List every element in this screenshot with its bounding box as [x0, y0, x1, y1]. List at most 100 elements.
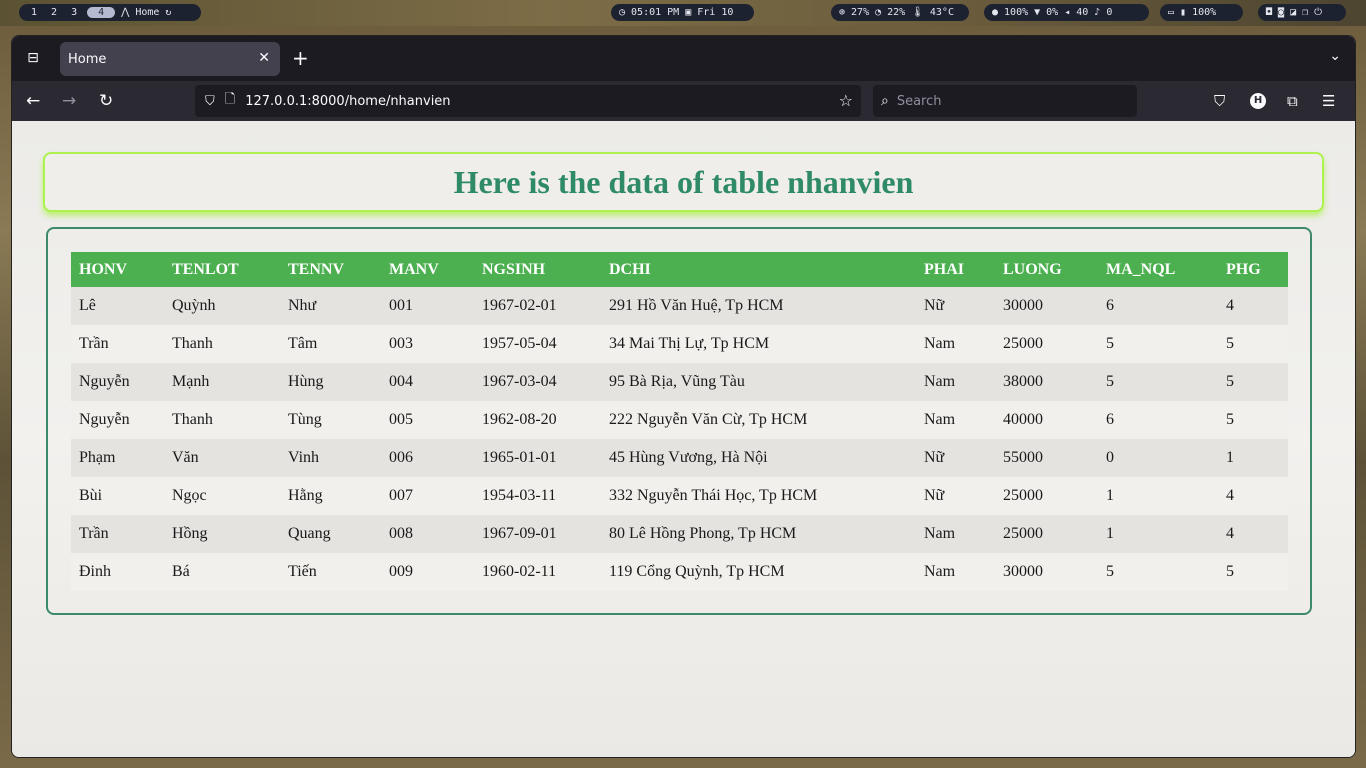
table-cell: Trần — [71, 515, 164, 553]
table-header-row: HONV TENLOT TENNV MANV NGSINH DCHI PHAI … — [71, 252, 1288, 287]
table-cell: Tiến — [280, 553, 381, 591]
table-cell: 0 — [1098, 439, 1218, 477]
table-cell: 5 — [1218, 363, 1288, 401]
clock-widget[interactable]: ◷ 05:01 PM ▣ Fri 10 — [611, 4, 754, 21]
table-cell: 30000 — [995, 287, 1098, 325]
table-cell: Bùi — [71, 477, 164, 515]
workspace-1[interactable]: 1 — [27, 7, 41, 18]
table-cell: 1962-08-20 — [474, 401, 601, 439]
table-cell: Nam — [916, 515, 995, 553]
page-content: Here is the data of table nhanvien HONV … — [12, 121, 1355, 757]
table-cell: Trần — [71, 325, 164, 363]
table-cell: 1957-05-04 — [474, 325, 601, 363]
table-cell: 80 Lê Hồng Phong, Tp HCM — [601, 515, 916, 553]
memory-icon: ◔ — [875, 7, 882, 18]
tab-bar: ⊟ Home ✕ + ⌄ — [12, 36, 1355, 81]
table-cell: Nam — [916, 325, 995, 363]
table-cell: 5 — [1098, 553, 1218, 591]
account-avatar[interactable]: H — [1250, 93, 1266, 109]
active-window-title: Home — [135, 7, 160, 18]
battery-value: 100% — [1192, 7, 1217, 18]
table-row: Lê Quỳnh Như 001 1967-02-01 291 Hồ Văn H… — [71, 287, 1288, 325]
shield-icon[interactable]: ⛉ — [205, 94, 215, 109]
table-cell: 119 Cổng Quỳnh, Tp HCM — [601, 553, 916, 591]
tab-home[interactable]: Home ✕ — [60, 42, 280, 76]
search-bar[interactable]: ⌕ Search — [873, 85, 1137, 117]
table-cell: Nữ — [916, 287, 995, 325]
table-cell: 332 Nguyễn Thái Học, Tp HCM — [601, 477, 916, 515]
page-title: Here is the data of table nhanvien — [453, 163, 914, 200]
table-cell: Văn — [164, 439, 280, 477]
wifi-icon[interactable]: ▼ — [1034, 7, 1040, 18]
table-cell: Mạnh — [164, 363, 280, 401]
table-cell: Nam — [916, 401, 995, 439]
column-header: HONV — [71, 252, 164, 287]
power-icon[interactable]: ⏻ — [1314, 7, 1322, 18]
bookmark-star-icon[interactable]: ☆ — [839, 91, 853, 110]
pocket-icon[interactable]: ⛉ — [1214, 92, 1225, 110]
table-cell: Thanh — [164, 401, 280, 439]
tab-overview-icon[interactable]: ⊟ — [24, 50, 42, 66]
table-cell: Nam — [916, 553, 995, 591]
table-cell: 95 Bà Rịa, Vũng Tàu — [601, 363, 916, 401]
table-cell: 291 Hồ Văn Huệ, Tp HCM — [601, 287, 916, 325]
table-cell: Nữ — [916, 477, 995, 515]
wifi-value: 0% — [1046, 7, 1059, 18]
volume-icon[interactable]: ◂ — [1064, 7, 1070, 18]
display-settings-icon[interactable]: ◙ — [1278, 7, 1284, 18]
battery-widget: ▭ ▮ 100% — [1160, 4, 1243, 21]
back-button[interactable]: ← — [26, 91, 40, 111]
navigation-bar: ← → ↻ ⛉ 🗋 127.0.0.1:8000/home/nhanvien ☆… — [12, 81, 1355, 121]
table-cell: 1965-01-01 — [474, 439, 601, 477]
column-header: LUONG — [995, 252, 1098, 287]
table-cell: 5 — [1218, 401, 1288, 439]
column-header: MANV — [381, 252, 474, 287]
table-cell: 4 — [1218, 515, 1288, 553]
table-cell: 1960-02-11 — [474, 553, 601, 591]
screenshot-icon[interactable]: ◪ — [1290, 7, 1296, 18]
table-cell: Nguyễn — [71, 401, 164, 439]
new-tab-button[interactable]: + — [292, 46, 309, 70]
table-cell: 007 — [381, 477, 474, 515]
extensions-icon[interactable]: ⧉ — [1287, 92, 1298, 110]
table-cell: Thanh — [164, 325, 280, 363]
workspace-3[interactable]: 3 — [67, 7, 81, 18]
cpu-usage: 27% — [851, 7, 870, 18]
table-cell: 004 — [381, 363, 474, 401]
table-cell: 5 — [1218, 553, 1288, 591]
url-text[interactable]: 127.0.0.1:8000/home/nhanvien — [245, 94, 450, 109]
column-header: MA_NQL — [1098, 252, 1218, 287]
table-cell: 5 — [1098, 363, 1218, 401]
url-bar[interactable]: ⛉ 🗋 127.0.0.1:8000/home/nhanvien ☆ — [195, 85, 861, 117]
workspace-2[interactable]: 2 — [47, 7, 61, 18]
table-cell: 40000 — [995, 401, 1098, 439]
table-cell: Như — [280, 287, 381, 325]
browser-window: ⊟ Home ✕ + ⌄ ← → ↻ ⛉ 🗋 127.0.0.1:8000/ho… — [11, 35, 1356, 758]
mic-icon[interactable]: ♪ — [1094, 7, 1100, 18]
app-icon: ⋀ — [121, 7, 130, 18]
table-cell: 38000 — [995, 363, 1098, 401]
table-body: Lê Quỳnh Như 001 1967-02-01 291 Hồ Văn H… — [71, 287, 1288, 591]
ghost-icon[interactable]: ◘ — [1266, 7, 1272, 18]
table-cell: Nữ — [916, 439, 995, 477]
close-tab-icon[interactable]: ✕ — [258, 50, 270, 66]
table-cell: Nguyễn — [71, 363, 164, 401]
reload-button[interactable]: ↻ — [99, 91, 113, 111]
list-all-tabs-icon[interactable]: ⌄ — [1329, 48, 1341, 64]
table-cell: 003 — [381, 325, 474, 363]
table-cell: 5 — [1218, 325, 1288, 363]
table-cell: 001 — [381, 287, 474, 325]
menu-icon[interactable]: ☰ — [1322, 92, 1335, 110]
table-cell: 25000 — [995, 325, 1098, 363]
table-cell: 1 — [1098, 477, 1218, 515]
workspace-switcher: 1 2 3 4 ⋀ Home ↻ — [19, 4, 201, 21]
table-cell: Nam — [916, 363, 995, 401]
search-placeholder: Search — [896, 93, 942, 109]
workspace-4[interactable]: 4 — [87, 7, 116, 18]
clipboard-icon[interactable]: ❐ — [1302, 7, 1308, 18]
forward-button[interactable]: → — [62, 91, 76, 111]
table-cell: 4 — [1218, 287, 1288, 325]
table-cell: 1954-03-11 — [474, 477, 601, 515]
brightness-icon: ● — [992, 7, 999, 18]
table-cell: 25000 — [995, 477, 1098, 515]
